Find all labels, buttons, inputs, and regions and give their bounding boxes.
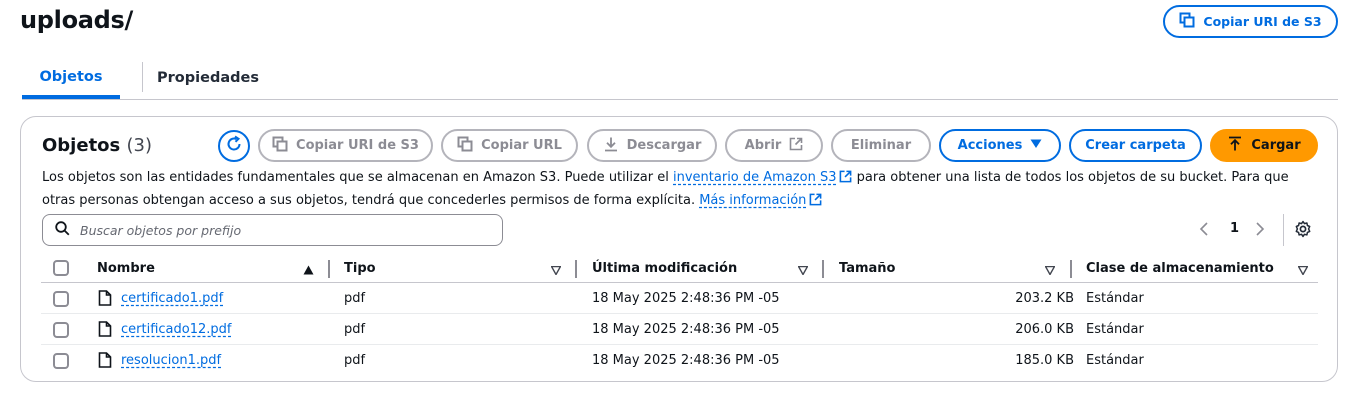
panel-description: Los objetos son las entidades fundamenta…: [42, 167, 1322, 213]
tab-objetos[interactable]: Objetos: [22, 56, 120, 99]
actions-label: Acciones: [957, 138, 1023, 153]
table-header: Nombre Tipo Última modificación Tamaño C…: [41, 255, 1318, 283]
row-checkbox[interactable]: [53, 322, 69, 338]
column-size[interactable]: Tamaño: [839, 261, 895, 276]
object-size: 203.2 KB: [1015, 291, 1074, 306]
copy-url-button[interactable]: Copiar URL: [441, 129, 578, 162]
object-modified: 18 May 2025 2:48:36 PM -05: [592, 291, 780, 306]
create-folder-button[interactable]: Crear carpeta: [1069, 129, 1202, 162]
panel-title: Objetos (3): [42, 135, 152, 156]
objects-panel: Objetos (3) Copiar URI de S3 Copiar URL …: [20, 116, 1338, 382]
download-button[interactable]: Descargar: [587, 129, 717, 162]
current-page[interactable]: 1: [1230, 221, 1239, 236]
object-count: (3): [126, 135, 153, 156]
table-row[interactable]: certificado1.pdf pdf 18 May 2025 2:48:36…: [41, 283, 1318, 314]
chevron-left-icon[interactable]: [1199, 221, 1209, 240]
row-checkbox[interactable]: [53, 291, 69, 307]
s3-inventory-link[interactable]: inventario de Amazon S3: [673, 170, 836, 185]
refresh-icon: [225, 135, 243, 157]
upload-label: Cargar: [1251, 138, 1301, 153]
sort-desc-icon[interactable]: [1044, 264, 1056, 279]
create-folder-label: Crear carpeta: [1085, 138, 1186, 153]
panel-title-text: Objetos: [42, 135, 121, 156]
row-checkbox[interactable]: [53, 353, 69, 369]
download-label: Descargar: [626, 138, 702, 153]
search-input[interactable]: [80, 222, 480, 238]
chevron-right-icon[interactable]: [1255, 221, 1265, 240]
search-box: [42, 214, 503, 246]
copy-url-label: Copiar URL: [481, 138, 562, 153]
object-type: pdf: [344, 291, 366, 306]
select-all-checkbox[interactable]: [53, 260, 69, 276]
external-link-icon: [789, 137, 803, 155]
column-resizer[interactable]: [1070, 260, 1072, 278]
delete-button[interactable]: Eliminar: [831, 129, 931, 162]
copy-icon: [457, 136, 473, 156]
object-name-link[interactable]: certificado12.pdf: [121, 322, 231, 337]
copy-uri-label: Copiar URI de S3: [296, 138, 419, 153]
tab-propiedades[interactable]: Propiedades: [142, 56, 274, 99]
objects-table: Nombre Tipo Última modificación Tamaño C…: [41, 255, 1318, 376]
search-icon: [55, 220, 70, 240]
description-text-1: Los objetos son las entidades fundamenta…: [42, 170, 673, 185]
object-name-link[interactable]: resolucion1.pdf: [121, 353, 221, 368]
refresh-button[interactable]: [218, 130, 250, 162]
file-icon: [98, 290, 112, 310]
table-row[interactable]: resolucion1.pdf pdf 18 May 2025 2:48:36 …: [41, 345, 1318, 376]
delete-label: Eliminar: [850, 138, 912, 153]
copy-s3-uri-button[interactable]: Copiar URI de S3: [1163, 5, 1338, 38]
object-size: 185.0 KB: [1015, 353, 1074, 368]
external-link-icon: [839, 169, 852, 190]
object-modified: 18 May 2025 2:48:36 PM -05: [592, 353, 780, 368]
copy-s3-uri-label: Copiar URI de S3: [1203, 14, 1322, 29]
object-type: pdf: [344, 322, 366, 337]
object-storage-class: Estándar: [1086, 322, 1144, 337]
pager-divider: [1283, 214, 1284, 246]
gear-icon[interactable]: [1294, 220, 1312, 242]
upload-button[interactable]: Cargar: [1210, 129, 1318, 162]
download-icon: [603, 136, 619, 156]
column-type[interactable]: Tipo: [344, 261, 376, 276]
caret-down-icon: [1030, 138, 1042, 153]
column-resizer[interactable]: [328, 260, 330, 278]
sort-asc-icon[interactable]: [303, 264, 314, 279]
actions-dropdown[interactable]: Acciones: [939, 129, 1061, 162]
upload-icon: [1227, 136, 1243, 156]
page-title: uploads/: [20, 6, 134, 34]
table-row[interactable]: certificado12.pdf pdf 18 May 2025 2:48:3…: [41, 314, 1318, 345]
column-name[interactable]: Nombre: [97, 261, 155, 276]
sort-desc-icon[interactable]: [1297, 264, 1309, 279]
object-storage-class: Estándar: [1086, 353, 1144, 368]
object-modified: 18 May 2025 2:48:36 PM -05: [592, 322, 780, 337]
copy-icon: [1179, 12, 1195, 31]
learn-more-link[interactable]: Más información: [699, 193, 806, 208]
open-label: Abrir: [744, 138, 782, 153]
sort-desc-icon[interactable]: [797, 264, 809, 279]
file-icon: [98, 352, 112, 372]
column-resizer[interactable]: [822, 260, 824, 278]
column-modified[interactable]: Última modificación: [592, 261, 737, 276]
file-icon: [98, 321, 112, 341]
column-resizer[interactable]: [575, 260, 577, 278]
open-button[interactable]: Abrir: [725, 129, 823, 162]
column-storage-class[interactable]: Clase de almacenamiento: [1086, 261, 1274, 276]
external-link-icon: [809, 192, 822, 213]
copy-icon: [272, 136, 288, 156]
object-type: pdf: [344, 353, 366, 368]
copy-uri-button[interactable]: Copiar URI de S3: [258, 129, 433, 162]
object-storage-class: Estándar: [1086, 291, 1144, 306]
tab-list: Objetos Propiedades: [22, 56, 1338, 100]
object-name-link[interactable]: certificado1.pdf: [121, 291, 223, 306]
sort-desc-icon[interactable]: [550, 264, 562, 279]
object-size: 206.0 KB: [1015, 322, 1074, 337]
